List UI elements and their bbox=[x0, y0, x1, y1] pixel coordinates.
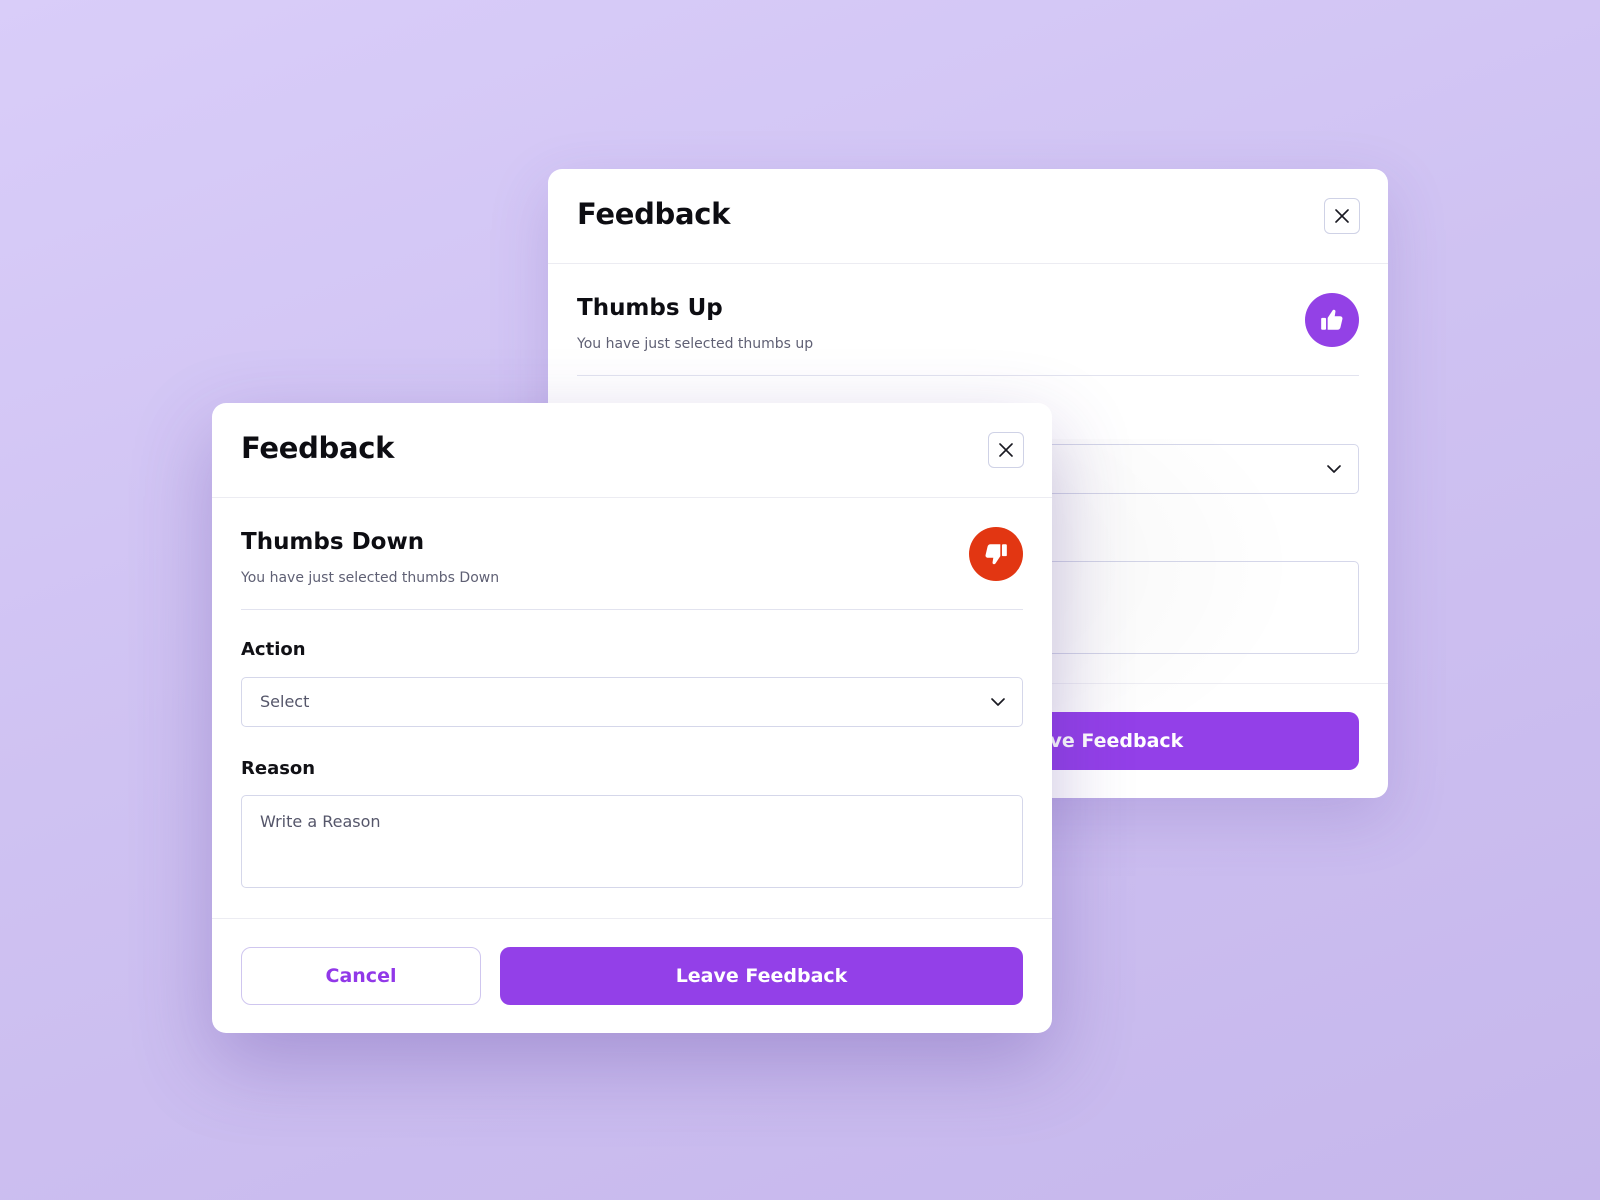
modal-title: Feedback bbox=[241, 431, 395, 465]
modal-header: Feedback bbox=[548, 169, 1388, 264]
cancel-button[interactable]: Cancel bbox=[241, 947, 481, 1005]
rating-section: Thumbs Up You have just selected thumbs … bbox=[577, 264, 1359, 376]
close-icon bbox=[1335, 209, 1349, 223]
close-icon bbox=[999, 443, 1013, 457]
chevron-down-icon bbox=[991, 698, 1005, 706]
close-button[interactable] bbox=[988, 432, 1024, 468]
reason-textarea[interactable]: Write a Reason bbox=[241, 795, 1023, 888]
rating-title: Thumbs Down bbox=[241, 529, 425, 555]
modal-header: Feedback bbox=[212, 403, 1052, 498]
action-label: Action bbox=[241, 639, 306, 660]
thumbs-down-badge[interactable] bbox=[969, 527, 1023, 581]
modal-title: Feedback bbox=[577, 197, 731, 231]
thumbs-down-icon bbox=[985, 544, 1007, 565]
rating-section: Thumbs Down You have just selected thumb… bbox=[241, 498, 1023, 610]
rating-subtitle: You have just selected thumbs up bbox=[577, 336, 814, 352]
thumbs-up-icon bbox=[1321, 309, 1343, 330]
action-select[interactable]: Select bbox=[241, 677, 1023, 727]
reason-label: Reason bbox=[241, 758, 316, 779]
leave-feedback-button[interactable]: Leave Feedback bbox=[500, 947, 1023, 1005]
modal-footer: Cancel Leave Feedback bbox=[212, 918, 1052, 1033]
action-select-value: Select bbox=[260, 692, 310, 711]
reason-placeholder: Write a Reason bbox=[260, 812, 381, 831]
feedback-modal-thumbs-down: Feedback Thumbs Down You have just selec… bbox=[212, 403, 1052, 1033]
rating-subtitle: You have just selected thumbs Down bbox=[241, 570, 500, 586]
thumbs-up-badge[interactable] bbox=[1305, 293, 1359, 347]
chevron-down-icon bbox=[1327, 465, 1341, 473]
close-button[interactable] bbox=[1324, 198, 1360, 234]
rating-title: Thumbs Up bbox=[577, 295, 723, 321]
